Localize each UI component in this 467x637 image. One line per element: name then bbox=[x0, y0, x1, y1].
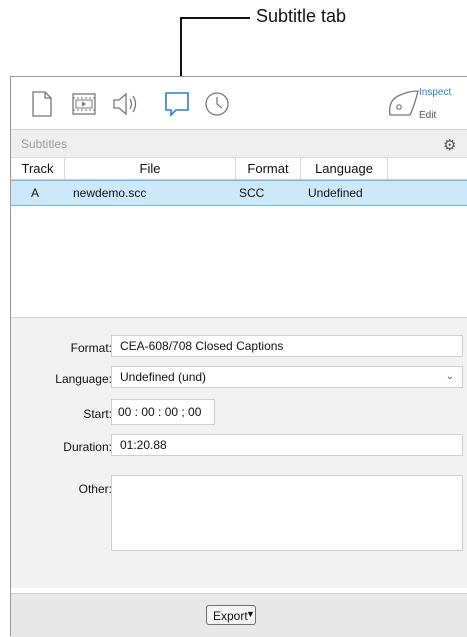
cell-track: A bbox=[31, 186, 40, 200]
chevron-down-icon: ⌄ bbox=[445, 371, 454, 382]
movie-icon[interactable] bbox=[71, 92, 97, 121]
language-label: Language: bbox=[55, 372, 112, 386]
other-textarea[interactable] bbox=[111, 475, 463, 551]
start-timecode-field[interactable]: 00 : 00 : 00 ; 00 bbox=[111, 399, 215, 425]
inspect-edit-toggle-icon[interactable] bbox=[386, 87, 420, 124]
start-label: Start: bbox=[83, 407, 112, 421]
document-icon[interactable] bbox=[31, 91, 53, 122]
edit-mode-label[interactable]: Edit bbox=[419, 110, 436, 121]
language-select-value: Undefined (und) bbox=[120, 370, 207, 384]
gear-icon[interactable]: ⚙ bbox=[443, 136, 456, 154]
format-field[interactable]: CEA-608/708 Closed Captions bbox=[111, 335, 463, 357]
inspect-mode-label[interactable]: Inspect bbox=[419, 87, 451, 98]
inspector-panel: Inspect Edit Subtitles ⚙ Track File Form… bbox=[10, 76, 467, 637]
callout-line bbox=[180, 17, 250, 19]
column-header-language[interactable]: Language bbox=[301, 158, 388, 179]
export-button-label: Export bbox=[213, 609, 248, 623]
bottom-bar: Export ▼ bbox=[11, 593, 467, 637]
subtitles-table: Track File Format Language A newdemo.scc… bbox=[11, 158, 467, 317]
subtitle-properties-form: Format: CEA-608/708 Closed Captions Lang… bbox=[11, 317, 467, 588]
duration-field[interactable]: 01:20.88 bbox=[111, 434, 463, 456]
format-label: Format: bbox=[70, 341, 112, 355]
column-header-file[interactable]: File bbox=[65, 158, 236, 179]
inspector-toolbar: Inspect Edit bbox=[11, 77, 467, 130]
dropdown-caret-icon: ▼ bbox=[246, 609, 255, 619]
table-row[interactable]: A newdemo.scc SCC Undefined bbox=[11, 180, 467, 206]
table-header: Track File Format Language bbox=[11, 158, 467, 180]
export-button[interactable]: Export ▼ bbox=[206, 605, 256, 625]
cell-format: SCC bbox=[239, 186, 265, 200]
section-title: Subtitles bbox=[21, 137, 68, 151]
column-header-track[interactable]: Track bbox=[11, 158, 65, 179]
cell-file: newdemo.scc bbox=[73, 186, 147, 200]
audio-icon[interactable] bbox=[111, 91, 139, 122]
subtitles-section-header: Subtitles ⚙ bbox=[11, 130, 467, 158]
clock-icon[interactable] bbox=[204, 91, 230, 122]
subtitle-icon[interactable] bbox=[164, 91, 190, 122]
language-select[interactable]: Undefined (und) ⌄ bbox=[111, 366, 463, 388]
column-header-format[interactable]: Format bbox=[236, 158, 301, 179]
other-label: Other: bbox=[78, 482, 112, 496]
callout-label: Subtitle tab bbox=[256, 6, 347, 26]
cell-language: Undefined bbox=[308, 186, 363, 200]
duration-label: Duration: bbox=[63, 440, 112, 454]
